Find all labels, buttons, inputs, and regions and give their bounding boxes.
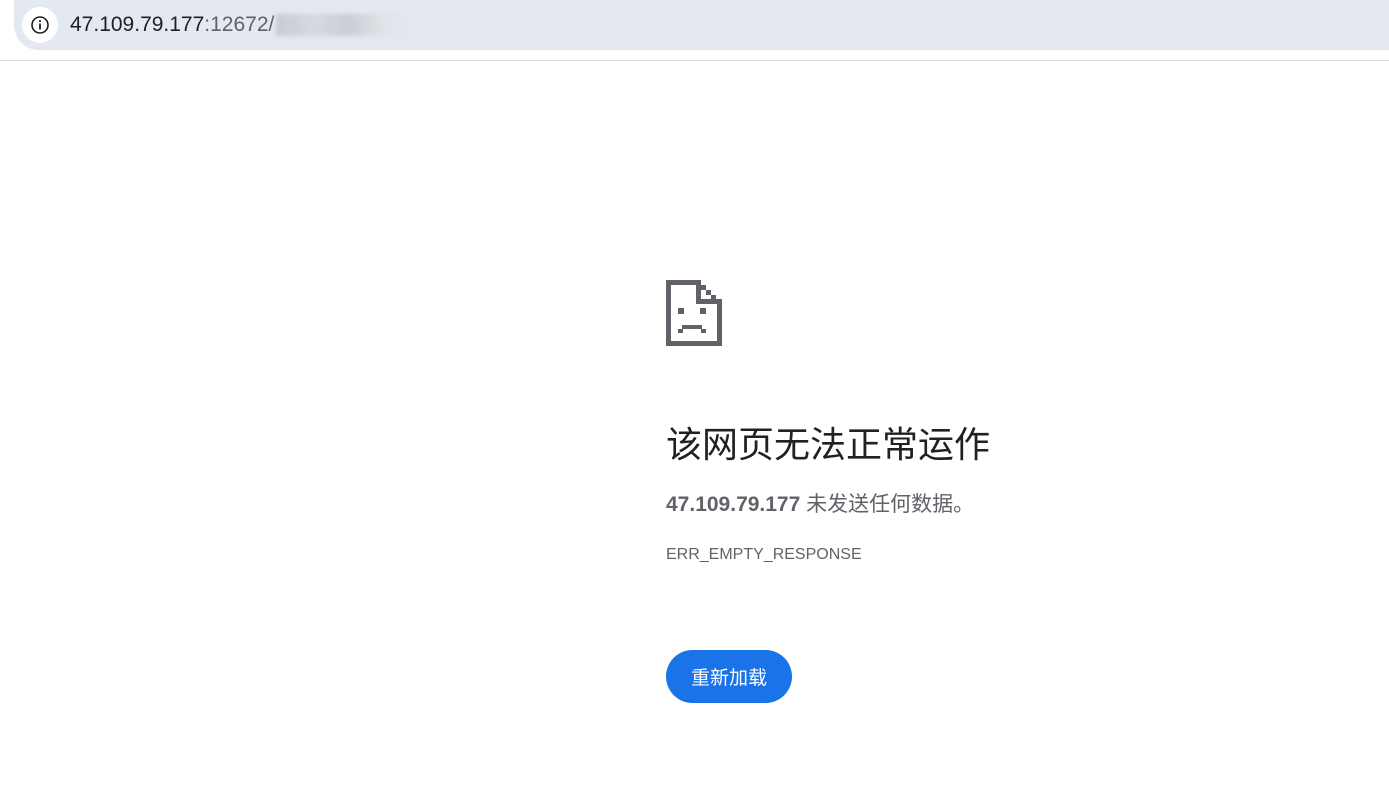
- url-host: 47.109.79.177: [70, 13, 205, 36]
- url-port-path: :12672/: [204, 13, 275, 36]
- address-bar[interactable]: 47.109.79.177:12672/: [14, 0, 1389, 50]
- error-title: 该网页无法正常运作: [666, 425, 991, 466]
- error-code: ERR_EMPTY_RESPONSE: [666, 546, 862, 563]
- url-redacted-path: [276, 14, 409, 36]
- url-text[interactable]: 47.109.79.177:12672/: [70, 13, 409, 37]
- info-icon: [31, 16, 49, 34]
- reload-button[interactable]: 重新加载: [666, 650, 792, 703]
- sad-page-icon: [666, 280, 722, 346]
- error-page: 该网页无法正常运作 47.109.79.177 未发送任何数据。 ERR_EMP…: [666, 280, 1266, 703]
- site-info-button[interactable]: [22, 7, 58, 43]
- error-summary: 47.109.79.177 未发送任何数据。: [666, 488, 974, 518]
- error-summary-host: 47.109.79.177: [666, 493, 801, 516]
- error-summary-text: 未发送任何数据。: [800, 493, 975, 516]
- browser-toolbar: 47.109.79.177:12672/: [0, 0, 1389, 61]
